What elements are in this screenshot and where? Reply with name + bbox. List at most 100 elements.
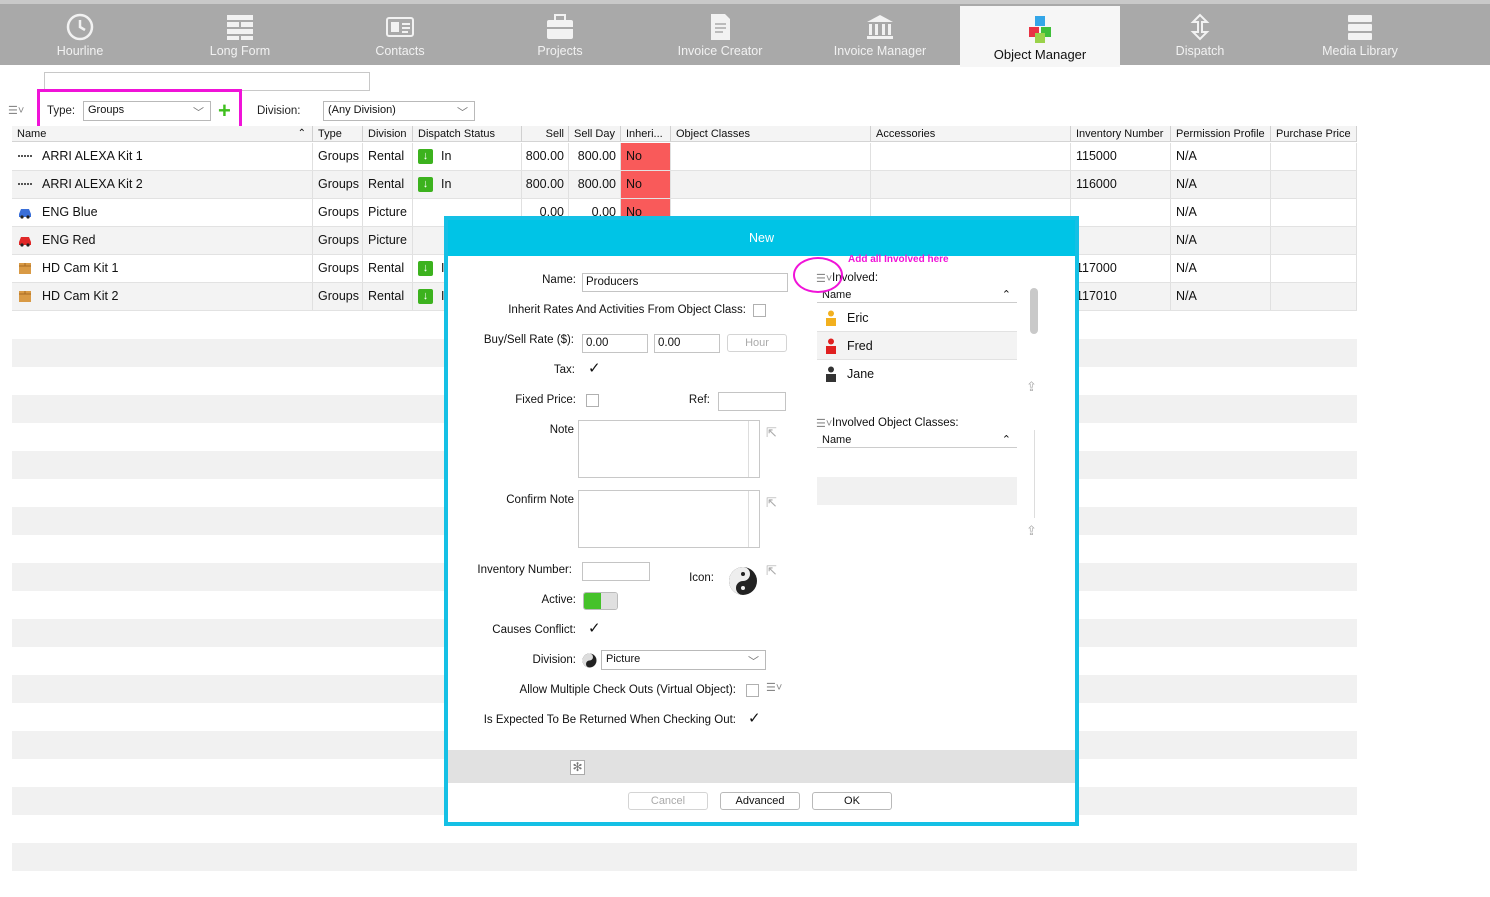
involved-person[interactable]: Fred [817,332,1017,360]
column-header-name[interactable]: Name ⌃ [12,126,313,142]
multi-checkout-checkbox[interactable] [746,684,759,697]
red-car-icon [19,237,31,247]
download-arrow-icon: ↓ [418,177,433,193]
box-icon [19,291,31,302]
row-division: Picture [363,199,413,226]
sell-rate-field[interactable]: 0.00 [654,334,720,353]
bank-icon [867,15,893,39]
box-icon [19,263,31,274]
share-icon[interactable]: ⇪ [1026,380,1039,393]
list-options-icon[interactable]: ☰˅ [8,104,24,117]
row-division: Rental [363,143,413,170]
tab-label: Dispatch [1175,44,1225,58]
column-header-inventory-number[interactable]: Inventory Number [1071,126,1171,142]
note-textarea[interactable] [578,420,760,478]
external-link-icon[interactable]: ⇱ [766,496,779,509]
tab-projects[interactable]: Projects [480,4,640,65]
column-header-sell-day[interactable]: Sell Day [569,126,621,142]
table-row[interactable]: ARRI ALEXA Kit 1 Groups Rental ↓ In 800.0… [12,143,1357,171]
column-header-inherit[interactable]: Inheri... [621,126,671,142]
column-header-type[interactable]: Type [313,126,363,142]
blue-car-icon [19,209,31,219]
row-division: Rental [363,171,413,198]
list-options-icon[interactable]: ☰˅ [816,417,832,430]
tab-long-form[interactable]: Long Form [160,4,320,65]
division-label: Division: [532,654,576,666]
new-object-dialog: New Name: Producers Inherit Rates And Ac… [444,216,1079,826]
involved-scrollbar[interactable] [1030,288,1038,334]
row-type: Groups [313,283,363,310]
add-type-button[interactable]: + [218,100,231,122]
column-header-accessories[interactable]: Accessories [871,126,1071,142]
ref-field[interactable] [718,392,786,411]
column-header-purchase-price[interactable]: Purchase Price [1271,126,1357,142]
advanced-button[interactable]: Advanced [720,792,800,810]
row-object-classes [671,171,871,198]
tab-label: Invoice Manager [833,44,927,58]
up-down-arrows-icon [1190,13,1210,41]
asterisk-icon[interactable]: ✻ [570,760,585,775]
external-link-icon[interactable]: ⇱ [766,564,779,577]
column-header-permission-profile[interactable]: Permission Profile [1171,126,1271,142]
active-toggle[interactable] [583,592,618,610]
expected-return-checkbox[interactable]: ✓ [748,711,761,726]
row-inherit: No [621,171,671,198]
inherit-checkbox[interactable] [753,304,766,317]
inventory-number-field[interactable] [582,562,650,581]
external-link-icon[interactable]: ⇱ [766,426,779,439]
tab-hourline[interactable]: Hourline [0,4,160,65]
row-name: ARRI ALEXA Kit 1 [12,143,313,170]
row-name: HD Cam Kit 1 [12,255,313,282]
involved-list-header[interactable]: Name ⌃ [817,288,1017,303]
list-options-icon[interactable]: ☰˅ [766,681,782,694]
column-header-object-classes[interactable]: Object Classes [671,126,871,142]
tab-invoice-manager[interactable]: Invoice Manager [800,4,960,65]
share-icon[interactable]: ⇪ [1026,524,1039,537]
column-header-sell[interactable]: Sell [522,126,569,142]
table-row[interactable]: ARRI ALEXA Kit 2 Groups Rental ↓ In 800.0… [12,171,1357,199]
row-sell: 800.00 [522,143,569,170]
confirm-note-textarea[interactable] [578,490,760,548]
tab-invoice-creator[interactable]: Invoice Creator [640,4,800,65]
causes-conflict-checkbox[interactable]: ✓ [588,621,601,636]
server-icon [1348,15,1372,40]
tab-contacts[interactable]: Contacts [320,4,480,65]
hour-button[interactable]: Hour [727,334,787,352]
row-dispatch: ↓ In [413,143,522,170]
tax-checkbox[interactable]: ✓ [588,361,601,376]
row-division: Rental [363,283,413,310]
buy-rate-field[interactable]: 0.00 [582,334,648,353]
fixed-price-checkbox[interactable] [586,394,599,407]
download-arrow-icon: ↓ [418,289,433,305]
involved-classes-header[interactable]: Name ⌃ [817,433,1017,448]
row-type: Groups [313,199,363,226]
tab-dispatch[interactable]: Dispatch [1120,4,1280,65]
table-header: Name ⌃ Type Division Dispatch Status Sell… [12,126,1357,142]
tab-media-library[interactable]: Media Library [1280,4,1440,65]
type-select[interactable]: Groups ﹀ [83,101,211,121]
row-type: Groups [313,227,363,254]
division-select[interactable]: Picture ﹀ [601,650,766,670]
column-header-dispatch-status[interactable]: Dispatch Status [413,126,522,142]
rate-label: Buy/Sell Rate ($): [483,334,574,346]
row-accessories [871,171,1071,198]
row-sell-day: 800.00 [569,143,621,170]
involved-person[interactable]: Jane [817,360,1017,382]
ok-button[interactable]: OK [812,792,892,810]
yin-yang-icon[interactable] [728,566,758,596]
involved-person[interactable]: Eric [817,304,1017,332]
toggle-on-half [584,593,601,609]
tab-label: Contacts [375,44,425,58]
row-inherit: No [621,143,671,170]
row-type: Groups [313,143,363,170]
tab-object-manager[interactable]: Object Manager [960,6,1120,67]
division-select[interactable]: (Any Division) ﹀ [323,101,475,121]
clock-icon [66,13,94,41]
row-division: Rental [363,255,413,282]
receipt-icon [711,14,730,40]
name-field[interactable]: Producers [582,273,788,292]
download-arrow-icon: ↓ [418,149,433,165]
cancel-button[interactable]: Cancel [628,792,708,810]
involved-classes-label: Involved Object Classes: [832,417,959,429]
column-header-division[interactable]: Division [363,126,413,142]
